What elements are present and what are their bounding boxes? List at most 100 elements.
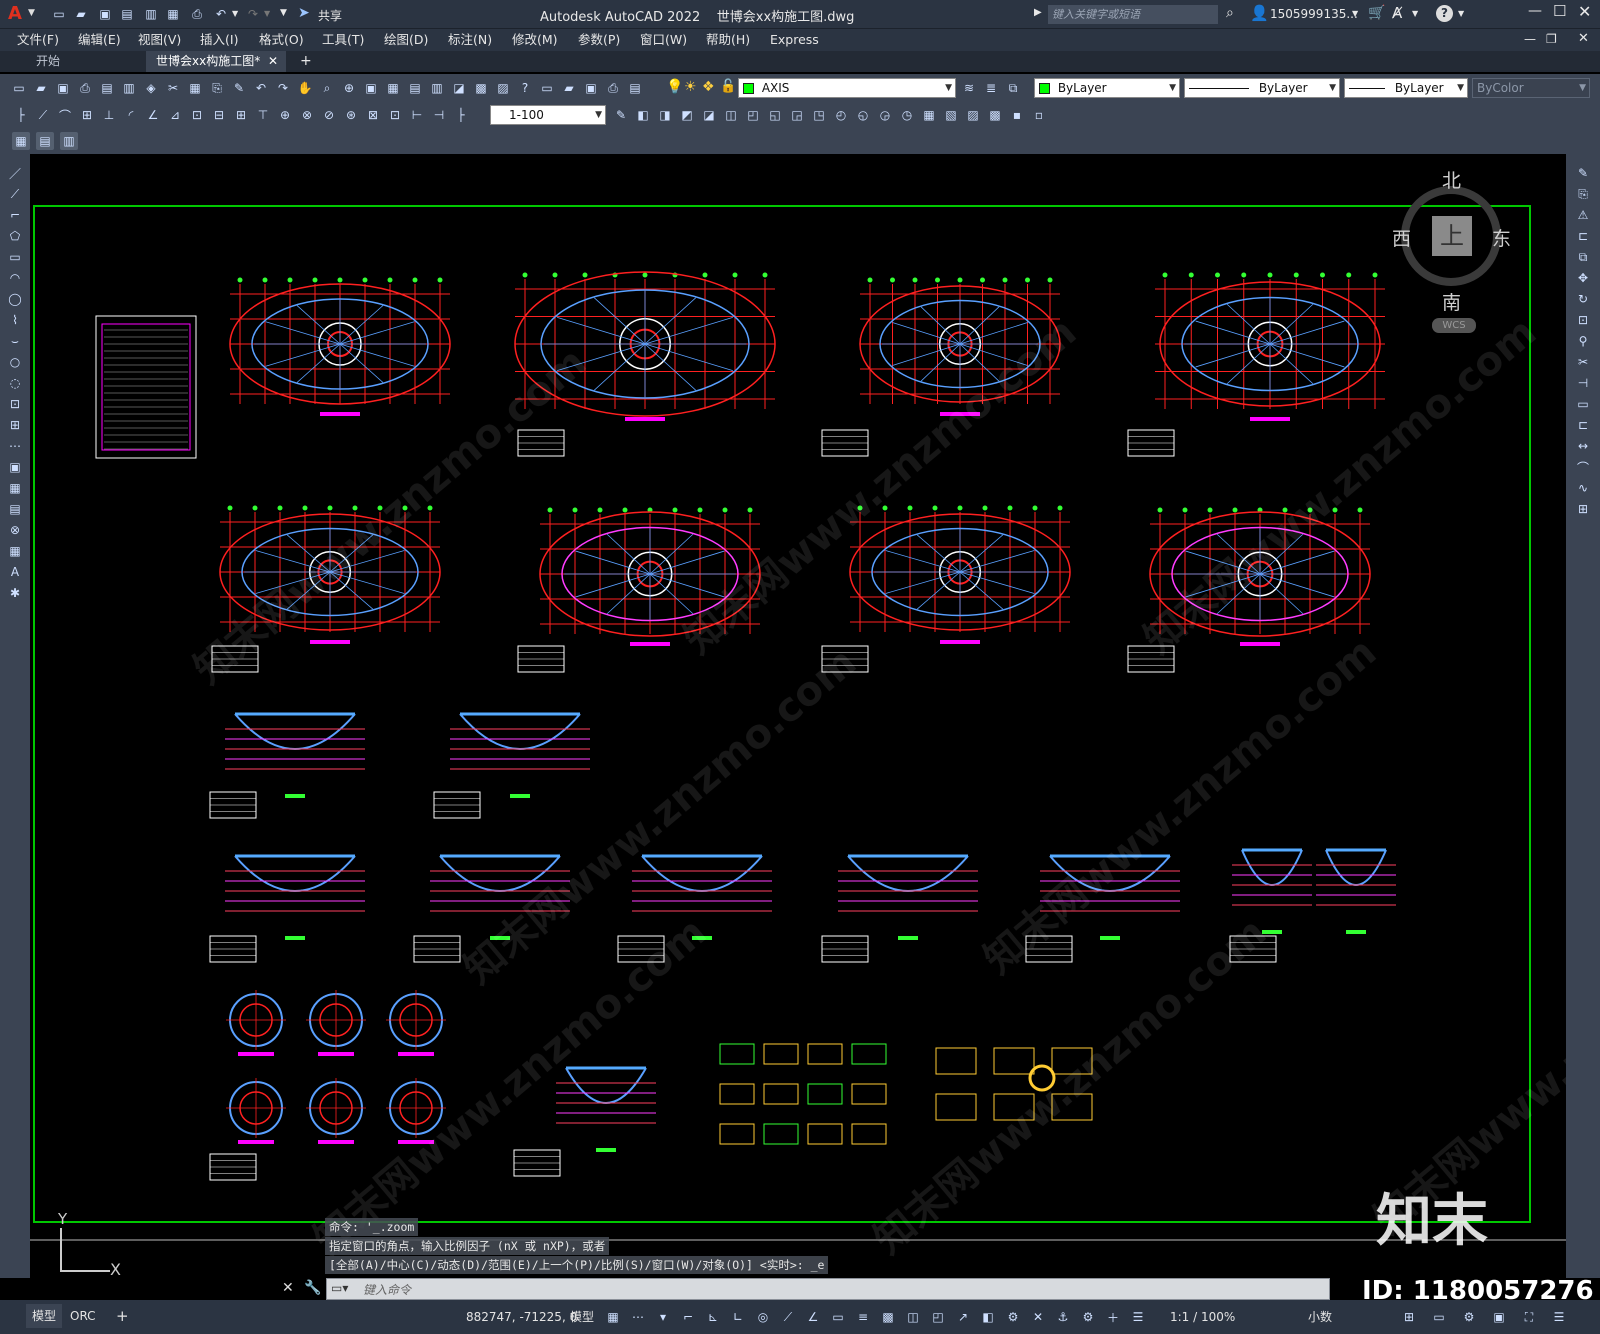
standard-tool-icon[interactable]: ▣ <box>362 79 380 97</box>
standard-tool-icon[interactable]: ▭ <box>538 79 556 97</box>
dimension-tool-icon[interactable]: ⊞ <box>232 106 250 124</box>
modify-tool-icon[interactable]: ▪ <box>1008 106 1026 124</box>
plot-icon[interactable]: ⎙ <box>188 5 206 23</box>
doc-restore-icon[interactable]: ❐ <box>1546 32 1557 46</box>
dimension-tool-icon[interactable]: ◜ <box>122 106 140 124</box>
search-arrow-icon[interactable]: ▶ <box>1034 7 1042 18</box>
standard-tool-icon[interactable]: ⎘ <box>208 79 226 97</box>
status-toggle-icon[interactable]: ◧ <box>979 1308 997 1326</box>
menu-view[interactable]: 视图(V) <box>138 29 181 51</box>
modify-tool-icon[interactable]: ↻ <box>1574 290 1592 308</box>
add-tab-button[interactable]: + <box>290 51 322 72</box>
undo-dropdown-icon[interactable]: ▼ <box>232 9 238 18</box>
linetype-dropdown[interactable]: ByLayer ▼ <box>1184 78 1340 98</box>
compass-north[interactable]: 北 <box>1442 166 1461 193</box>
dimension-tool-icon[interactable]: ⟋ <box>34 106 52 124</box>
draw-tool-icon[interactable]: ▣ <box>6 458 24 476</box>
dimension-tool-icon[interactable]: ⊘ <box>320 106 338 124</box>
menu-help[interactable]: 帮助(H) <box>706 29 750 51</box>
lock-icon[interactable]: 🔓 <box>720 79 736 94</box>
status-toggle-icon[interactable]: ◰ <box>929 1308 947 1326</box>
layout-tab-orc[interactable]: ORC <box>70 1304 96 1328</box>
standard-tool-icon[interactable]: ▦ <box>384 79 402 97</box>
standard-tool-icon[interactable]: ? <box>516 79 534 97</box>
layer-state-icon[interactable]: 💡 <box>666 79 683 95</box>
modify-tool-icon[interactable]: ▦ <box>920 106 938 124</box>
draw-tool-icon[interactable]: ⊞ <box>6 416 24 434</box>
modify-tool-icon[interactable]: ◴ <box>832 106 850 124</box>
layer-previous-icon[interactable]: ⧉ <box>1004 79 1022 97</box>
dimension-tool-icon[interactable]: ⊡ <box>188 106 206 124</box>
dimension-tool-icon[interactable]: ⊡ <box>386 106 404 124</box>
draw-tool-icon[interactable]: ⌐ <box>6 206 24 224</box>
menu-tools[interactable]: 工具(T) <box>322 29 364 51</box>
block-edit-icon[interactable]: ▤ <box>36 132 54 150</box>
freeze-icon[interactable]: ❖ <box>702 79 715 95</box>
standard-tool-icon[interactable]: ⊕ <box>340 79 358 97</box>
coordinates-readout[interactable]: 882747, -71225, 0 <box>466 1300 577 1334</box>
compass-east[interactable]: 东 <box>1492 224 1511 251</box>
standard-tool-icon[interactable]: ▥ <box>428 79 446 97</box>
standard-tool-icon[interactable]: ⎙ <box>604 79 622 97</box>
tab-drawing[interactable]: 世博会xx构施工图* ✕ <box>146 51 286 72</box>
layer-match-icon[interactable]: ≣ <box>982 79 1000 97</box>
command-prompt-icon[interactable]: ▭▾ <box>331 1281 348 1295</box>
menu-format[interactable]: 格式(O) <box>259 29 304 51</box>
modify-tool-icon[interactable]: ↔ <box>1574 437 1592 455</box>
standard-tool-icon[interactable]: ▦ <box>186 79 204 97</box>
menu-dimension[interactable]: 标注(N) <box>448 29 492 51</box>
modify-tool-icon[interactable]: ⚠ <box>1574 206 1592 224</box>
menu-modify[interactable]: 修改(M) <box>512 29 558 51</box>
status-tool-icon[interactable]: ▭ <box>1430 1308 1448 1326</box>
draw-tool-icon[interactable]: ✱ <box>6 584 24 602</box>
status-toggle-icon[interactable]: ⚓ <box>1054 1308 1072 1326</box>
dimension-tool-icon[interactable]: ⊣ <box>430 106 448 124</box>
open-icon[interactable]: ▰ <box>72 5 90 23</box>
dimension-tool-icon[interactable]: ├ <box>452 106 470 124</box>
dimension-tool-icon[interactable]: ⊛ <box>342 106 360 124</box>
draw-tool-icon[interactable]: ◯ <box>6 290 24 308</box>
draw-tool-icon[interactable]: ⊗ <box>6 521 24 539</box>
modify-tool-icon[interactable]: ✂ <box>1574 353 1592 371</box>
sun-icon[interactable]: ☀ <box>684 79 697 95</box>
doc-minimize-icon[interactable]: — <box>1524 32 1536 46</box>
draw-tool-icon[interactable]: ⬠ <box>6 227 24 245</box>
dim-scale-dropdown[interactable]: 1-100 ▼ <box>490 105 606 125</box>
customize-icon[interactable]: ▼ <box>280 8 287 18</box>
draw-tool-icon[interactable]: ⋯ <box>6 437 24 455</box>
save-icon[interactable]: ▣ <box>96 5 114 23</box>
standard-tool-icon[interactable]: ▩ <box>472 79 490 97</box>
standard-tool-icon[interactable]: ▤ <box>626 79 644 97</box>
user-id[interactable]: 1505999135... <box>1270 7 1358 21</box>
modify-tool-icon[interactable]: ⊡ <box>1574 311 1592 329</box>
draw-tool-icon[interactable]: ⌣ <box>6 332 24 350</box>
modify-tool-icon[interactable]: ✎ <box>612 106 630 124</box>
modify-tool-icon[interactable]: ▫ <box>1030 106 1048 124</box>
menu-draw[interactable]: 绘图(D) <box>384 29 428 51</box>
minimize-icon[interactable]: — <box>1528 3 1542 19</box>
user-dropdown-icon[interactable]: ▼ <box>1352 9 1358 18</box>
status-toggle-icon[interactable]: ⋯ <box>629 1308 647 1326</box>
modify-tool-icon[interactable]: ⊣ <box>1574 374 1592 392</box>
standard-tool-icon[interactable]: ▤ <box>98 79 116 97</box>
undo-icon[interactable]: ↶ <box>212 5 230 23</box>
modify-tool-icon[interactable]: ✥ <box>1574 269 1592 287</box>
block-insert-icon[interactable]: ▦ <box>12 132 30 150</box>
standard-tool-icon[interactable]: ▤ <box>406 79 424 97</box>
dimension-tool-icon[interactable]: ⊢ <box>408 106 426 124</box>
menu-window[interactable]: 窗口(W) <box>640 29 687 51</box>
tab-close-icon[interactable]: ✕ <box>268 51 278 72</box>
status-toggle-icon[interactable]: ⊾ <box>704 1308 722 1326</box>
standard-tool-icon[interactable]: ▭ <box>10 79 28 97</box>
modify-tool-icon[interactable]: ◰ <box>744 106 762 124</box>
standard-tool-icon[interactable]: ⌕ <box>318 79 336 97</box>
modify-tool-icon[interactable]: ◫ <box>722 106 740 124</box>
dimension-tool-icon[interactable]: ⊠ <box>364 106 382 124</box>
status-tool-icon[interactable]: ☰ <box>1550 1308 1568 1326</box>
modify-tool-icon[interactable]: ◲ <box>788 106 806 124</box>
standard-tool-icon[interactable]: ▥ <box>120 79 138 97</box>
draw-tool-icon[interactable]: ／ <box>6 164 24 182</box>
plotstyle-dropdown[interactable]: ByColor ▼ <box>1472 78 1590 98</box>
app-menu-arrow-icon[interactable]: ▼ <box>28 8 35 18</box>
compass-west[interactable]: 西 <box>1392 224 1411 251</box>
